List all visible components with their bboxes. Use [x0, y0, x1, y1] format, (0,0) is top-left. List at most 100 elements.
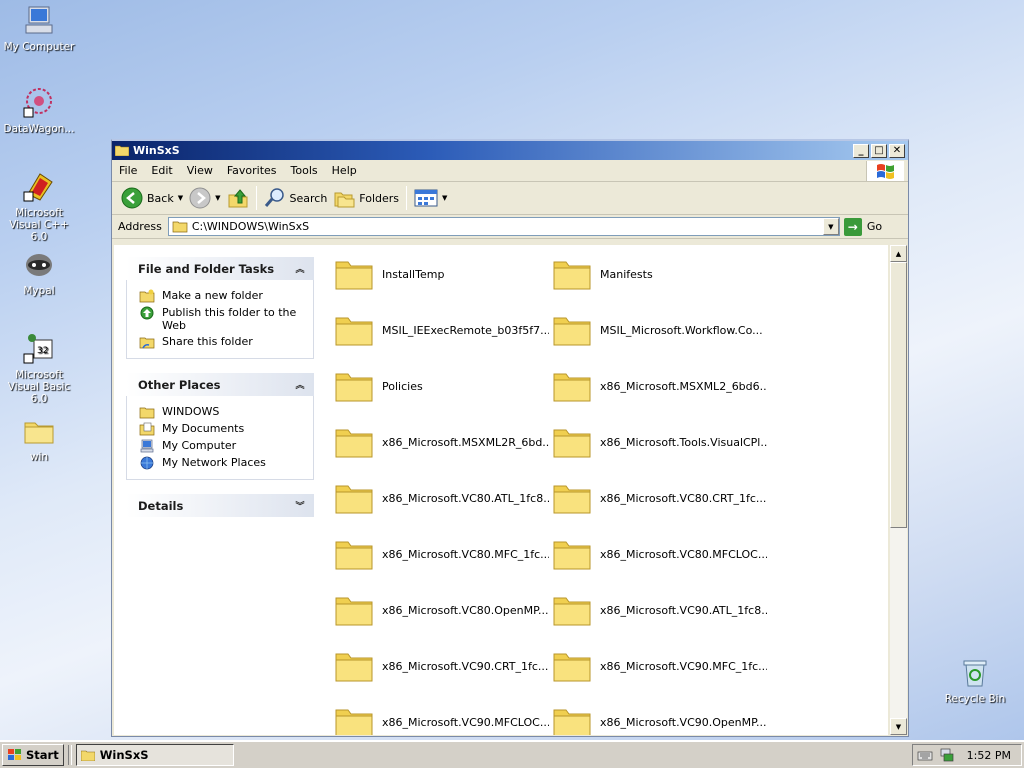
folder-name: Policies: [382, 379, 423, 393]
svg-text:32: 32: [37, 346, 48, 356]
desktop-icon-win[interactable]: win: [0, 414, 78, 463]
desktop-icon-visual-cpp[interactable]: Microsoft Visual C++ 6.0: [0, 170, 78, 243]
task-publish-folder[interactable]: Publish this folder to the Web: [139, 306, 313, 332]
panel-title: Details: [138, 498, 184, 513]
place-my-documents[interactable]: My Documents: [139, 422, 313, 436]
menu-file[interactable]: File: [112, 164, 144, 177]
folder-item[interactable]: x86_Microsoft.VC80.CRT_1fc...: [552, 476, 767, 520]
folder-icon: [335, 317, 373, 346]
back-button[interactable]: Back ▼: [118, 184, 186, 212]
minimize-button[interactable]: _: [853, 143, 869, 158]
keyboard-icon[interactable]: [917, 748, 933, 762]
folder-name: x86_Microsoft.VC90.MFCLOC...: [382, 715, 549, 729]
address-dropdown-button[interactable]: ▼: [822, 218, 839, 235]
folder-item[interactable]: x86_Microsoft.VC80.MFCLOC...: [552, 532, 767, 576]
folder-item[interactable]: Manifests: [552, 252, 767, 296]
folder-name: MSIL_IEExecRemote_b03f5f7...: [382, 323, 549, 337]
panel-title: Other Places: [138, 377, 221, 392]
menu-help[interactable]: Help: [325, 164, 364, 177]
folders-button[interactable]: Folders: [330, 184, 402, 212]
folder-item[interactable]: x86_Microsoft.VC90.MFCLOC...: [334, 700, 549, 735]
folder-name: Manifests: [600, 267, 653, 281]
place-label: WINDOWS: [162, 405, 220, 418]
desktop-icon-visual-basic[interactable]: 32 Microsoft Visual Basic 6.0: [0, 332, 78, 405]
folder-item[interactable]: Policies: [334, 364, 549, 408]
address-value: C:\WINDOWS\WinSxS: [191, 220, 310, 233]
collapse-icon[interactable]: ︽: [292, 377, 308, 393]
place-my-computer[interactable]: My Computer: [139, 439, 313, 453]
place-windows[interactable]: WINDOWS: [139, 405, 313, 419]
search-icon: [264, 188, 284, 207]
desktop-icon-label: My Computer: [3, 41, 75, 53]
task-share-folder[interactable]: Share this folder: [139, 335, 313, 349]
back-label: Back: [147, 191, 174, 205]
folder-item[interactable]: x86_Microsoft.VC90.OpenMP...: [552, 700, 767, 735]
scroll-thumb[interactable]: [890, 262, 907, 528]
folder-item[interactable]: x86_Microsoft.VC90.ATL_1fc8...: [552, 588, 767, 632]
desktop-icon-mypal[interactable]: Mypal: [0, 248, 78, 297]
folder-name: x86_Microsoft.Tools.VisualCPl...: [600, 435, 767, 449]
folder-item[interactable]: MSIL_IEExecRemote_b03f5f7...: [334, 308, 549, 352]
place-my-network-places[interactable]: My Network Places: [139, 456, 313, 470]
desktop-icon-my-computer[interactable]: My Computer: [0, 4, 78, 53]
desktop-icon-datawagon[interactable]: DataWagon...: [0, 86, 78, 135]
folder-item[interactable]: InstallTemp: [334, 252, 549, 296]
chevron-down-icon[interactable]: ▼: [442, 194, 447, 202]
panel-header[interactable]: Other Places ︽: [126, 373, 314, 396]
folder-name: x86_Microsoft.VC80.MFC_1fc...: [382, 547, 549, 561]
folder-icon: [335, 373, 373, 402]
maximize-button[interactable]: □: [871, 143, 887, 158]
go-button[interactable]: → Go: [843, 217, 882, 236]
folder-name: x86_Microsoft.VC80.ATL_1fc8...: [382, 491, 549, 505]
folder-item[interactable]: x86_Microsoft.VC80.MFC_1fc...: [334, 532, 549, 576]
menu-view[interactable]: View: [180, 164, 220, 177]
desktop-icon-label: Recycle Bin: [944, 693, 1006, 705]
chevron-down-icon[interactable]: ▼: [215, 194, 220, 202]
folder-icon: [335, 261, 373, 290]
folder-item[interactable]: x86_Microsoft.VC90.MFC_1fc...: [552, 644, 767, 688]
views-button[interactable]: ▼: [411, 184, 450, 212]
folder-item[interactable]: x86_Microsoft.MSXML2_6bd6...: [552, 364, 767, 408]
place-label: My Network Places: [162, 456, 266, 469]
network-tray-icon[interactable]: [939, 748, 955, 762]
panel-body: Make a new folder Publish this folder to…: [126, 280, 314, 359]
folder-item[interactable]: x86_Microsoft.Tools.VisualCPl...: [552, 420, 767, 464]
mypal-icon: [22, 248, 56, 282]
windows-flag-icon: [8, 749, 21, 760]
folder-item[interactable]: x86_Microsoft.MSXML2R_6bd...: [334, 420, 549, 464]
desktop-icon-recycle-bin[interactable]: Recycle Bin: [936, 656, 1014, 705]
folders-label: Folders: [359, 191, 400, 205]
place-label: My Documents: [162, 422, 245, 435]
task-make-new-folder[interactable]: Make a new folder: [139, 289, 313, 303]
scroll-up-button[interactable]: ▲: [890, 245, 907, 262]
folder-icon: [553, 709, 591, 735]
folder-item[interactable]: MSIL_Microsoft.Workflow.Co...: [552, 308, 767, 352]
window-titlebar[interactable]: WinSxS _ □ ✕: [112, 141, 908, 160]
address-label: Address: [118, 220, 162, 233]
expand-icon[interactable]: ︾: [292, 498, 308, 514]
start-button[interactable]: Start: [2, 744, 64, 766]
up-folder-button[interactable]: [224, 184, 252, 212]
taskbar-item-winsxs[interactable]: WinSxS: [75, 744, 234, 766]
folder-item[interactable]: x86_Microsoft.VC80.OpenMP...: [334, 588, 549, 632]
panel-header[interactable]: Details ︾: [126, 494, 314, 517]
collapse-icon[interactable]: ︽: [292, 261, 308, 277]
search-button[interactable]: Search: [261, 184, 331, 212]
folder-name: x86_Microsoft.MSXML2_6bd6...: [600, 379, 767, 393]
folder-name: x86_Microsoft.VC80.MFCLOC...: [600, 547, 767, 561]
address-input[interactable]: C:\WINDOWS\WinSxS ▼: [167, 217, 840, 236]
menu-favorites[interactable]: Favorites: [220, 164, 284, 177]
menu-tools[interactable]: Tools: [284, 164, 325, 177]
explorer-window: WinSxS _ □ ✕ File Edit View Favorites To…: [111, 139, 909, 737]
toolbar: Back ▼ ▼ Search Folders ▼: [112, 182, 908, 215]
vertical-scrollbar[interactable]: ▲ ▼: [890, 245, 907, 735]
panel-header[interactable]: File and Folder Tasks ︽: [126, 257, 314, 280]
close-button[interactable]: ✕: [889, 143, 905, 158]
menu-edit[interactable]: Edit: [144, 164, 179, 177]
scroll-down-button[interactable]: ▼: [890, 718, 907, 735]
folder-item[interactable]: x86_Microsoft.VC90.CRT_1fc...: [334, 644, 549, 688]
folder-item[interactable]: x86_Microsoft.VC80.ATL_1fc8...: [334, 476, 549, 520]
forward-button[interactable]: ▼: [186, 184, 223, 212]
windows-logo-icon: [866, 161, 904, 181]
chevron-down-icon[interactable]: ▼: [178, 194, 183, 202]
